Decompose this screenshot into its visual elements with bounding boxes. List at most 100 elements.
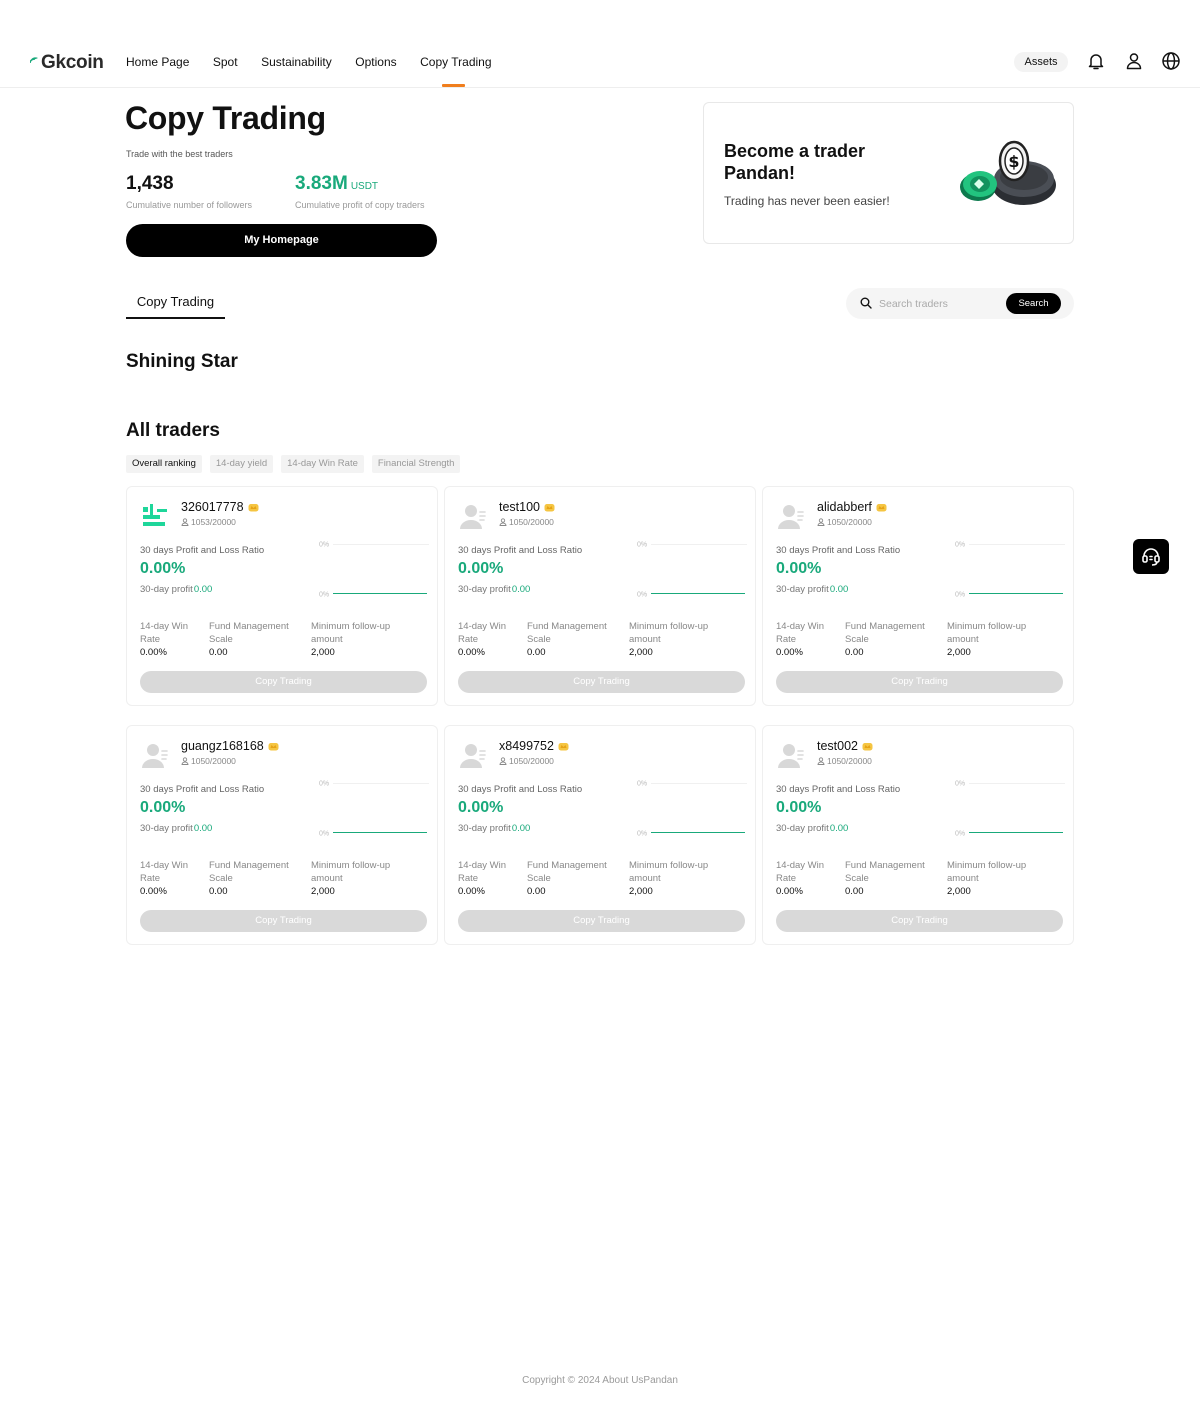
win-rate-value: 0.00% xyxy=(140,886,167,897)
ranking-filters: Overall ranking 14-day yield 14-day Win … xyxy=(126,455,468,473)
win-rate-value: 0.00% xyxy=(776,647,803,658)
followers-icon xyxy=(499,518,507,526)
copy-trading-button[interactable]: Copy Trading xyxy=(140,910,427,932)
followers-count: 1053/20000 xyxy=(191,517,236,527)
search-bar: Search xyxy=(846,288,1074,319)
filter-14-day-win-rate[interactable]: 14-day Win Rate xyxy=(281,455,364,473)
min-follow-label: Minimum follow-up amount xyxy=(947,621,1027,645)
crown-badge-icon xyxy=(544,503,555,511)
profit-sparkline: 0% 0% xyxy=(955,781,1065,838)
trader-name-text: 326017778 xyxy=(181,500,244,514)
profit-row: 30-day profit0.00 xyxy=(140,823,212,834)
followers-count: 1050/20000 xyxy=(509,517,554,527)
trader-name-text: x8499752 xyxy=(499,739,554,753)
top-navbar: Gkcoin Home Page Spot Sustainability Opt… xyxy=(0,0,1200,88)
fund-scale-label: Fund Management Scale xyxy=(209,860,289,884)
win-rate-label: 14-day Win Rate xyxy=(458,860,507,884)
default-avatar-icon xyxy=(460,505,486,529)
assets-button[interactable]: Assets xyxy=(1014,52,1068,72)
trader-name[interactable]: test100 xyxy=(499,500,555,514)
profit-stat-number: 3.83M xyxy=(295,173,348,194)
trader-name-text: test100 xyxy=(499,500,541,514)
profit-value: 0.00 xyxy=(193,823,213,834)
sparkline-top-tick: 0% xyxy=(319,781,329,788)
min-follow-value: 2,000 xyxy=(311,886,335,897)
profit-value: 0.00 xyxy=(511,823,531,834)
fund-scale-value: 0.00 xyxy=(527,647,546,658)
my-homepage-button[interactable]: My Homepage xyxy=(126,224,437,257)
followers-icon xyxy=(499,757,507,765)
profit-row: 30-day profit0.00 xyxy=(458,823,530,834)
copy-trading-button[interactable]: Copy Trading xyxy=(458,671,745,693)
search-button[interactable]: Search xyxy=(1006,293,1061,314)
win-rate-label: 14-day Win Rate xyxy=(776,621,825,645)
trader-card[interactable]: alidabberf 1050/20000 30 days Profit and L… xyxy=(762,486,1074,706)
brand-logo[interactable]: Gkcoin xyxy=(30,50,104,76)
followers-count: 1050/20000 xyxy=(827,517,872,527)
followers-icon xyxy=(817,518,825,526)
nav-options[interactable]: Options xyxy=(355,54,396,70)
filter-overall-ranking[interactable]: Overall ranking xyxy=(126,455,202,473)
filter-financial-strength[interactable]: Financial Strength xyxy=(371,455,461,473)
promo-title: Become a trader Pandan! xyxy=(724,141,866,183)
sparkline-top-tick: 0% xyxy=(955,542,965,549)
sparkline-bottom-tick: 0% xyxy=(637,592,647,599)
trader-card[interactable]: 326017778 1053/20000 30 days Profit and Lo… xyxy=(126,486,438,706)
copy-trading-button[interactable]: Copy Trading xyxy=(776,671,1063,693)
profit-value: 0.00 xyxy=(511,584,531,595)
search-input[interactable] xyxy=(879,294,1001,313)
nav-spot[interactable]: Spot xyxy=(213,54,238,70)
sparkline-bottom-tick: 0% xyxy=(319,592,329,599)
fund-scale-value: 0.00 xyxy=(845,647,864,658)
become-trader-banner[interactable]: Become a trader Pandan! Trading has neve… xyxy=(703,102,1074,244)
trader-card[interactable]: test100 1050/20000 30 days Profit and Loss… xyxy=(444,486,756,706)
profit-value: 0.00 xyxy=(829,584,849,595)
trader-name[interactable]: x8499752 xyxy=(499,739,569,753)
bell-icon[interactable] xyxy=(1086,51,1106,71)
min-follow-value: 2,000 xyxy=(629,647,653,658)
copy-trading-button[interactable]: Copy Trading xyxy=(776,910,1063,932)
profit-stat-value: 3.83M USDT xyxy=(295,173,378,195)
main-nav: Home Page Spot Sustainability Options Co… xyxy=(126,54,515,87)
trader-name[interactable]: alidabberf xyxy=(817,500,887,514)
tab-copy-trading[interactable]: Copy Trading xyxy=(126,294,225,319)
trader-followers: 1050/20000 xyxy=(817,517,872,527)
fund-scale-label: Fund Management Scale xyxy=(209,621,289,645)
trader-name[interactable]: guangz168168 xyxy=(181,739,279,753)
nav-home-page[interactable]: Home Page xyxy=(126,54,189,70)
crown-badge-icon xyxy=(862,742,873,750)
sparkline-bottom-tick: 0% xyxy=(955,831,965,838)
trader-name-text: guangz168168 xyxy=(181,739,264,753)
trader-followers: 1050/20000 xyxy=(181,756,236,766)
profit-label: 30-day profit xyxy=(776,823,829,834)
nav-copy-trading[interactable]: Copy Trading xyxy=(420,54,492,87)
trader-card[interactable]: test002 1050/20000 30 days Profit and Loss… xyxy=(762,725,1074,945)
crown-badge-icon xyxy=(876,503,887,511)
followers-icon xyxy=(181,757,189,765)
followers-count: 1050/20000 xyxy=(191,756,236,766)
followers-count: 1050/20000 xyxy=(827,756,872,766)
copy-trading-button[interactable]: Copy Trading xyxy=(140,671,427,693)
customer-support-button[interactable] xyxy=(1133,539,1169,574)
copy-trading-button[interactable]: Copy Trading xyxy=(458,910,745,932)
profit-label: 30-day profit xyxy=(776,584,829,595)
sparkline-top-tick: 0% xyxy=(955,781,965,788)
trader-followers: 1053/20000 xyxy=(181,517,236,527)
trader-name-text: alidabberf xyxy=(817,500,872,514)
win-rate-label: 14-day Win Rate xyxy=(458,621,507,645)
filter-14-day-yield[interactable]: 14-day yield xyxy=(209,455,274,473)
trader-name[interactable]: 326017778 xyxy=(181,500,259,514)
profit-stat-unit: USDT xyxy=(350,181,379,192)
profit-label: 30-day profit xyxy=(458,584,511,595)
footer-copyright: Copyright © 2024 About UsPandan xyxy=(522,1375,678,1386)
globe-icon[interactable] xyxy=(1161,51,1181,71)
trader-name[interactable]: test002 xyxy=(817,739,873,753)
user-icon[interactable] xyxy=(1124,51,1144,71)
trader-card[interactable]: x8499752 1050/20000 30 days Profit and Los… xyxy=(444,725,756,945)
fund-scale-value: 0.00 xyxy=(527,886,546,897)
nav-sustainability[interactable]: Sustainability xyxy=(261,54,332,70)
coins-illustration-icon: $ xyxy=(960,140,1056,205)
trader-card[interactable]: guangz168168 1050/20000 30 days Profit and… xyxy=(126,725,438,945)
sparkline-bottom-tick: 0% xyxy=(637,831,647,838)
search-icon xyxy=(860,297,872,309)
